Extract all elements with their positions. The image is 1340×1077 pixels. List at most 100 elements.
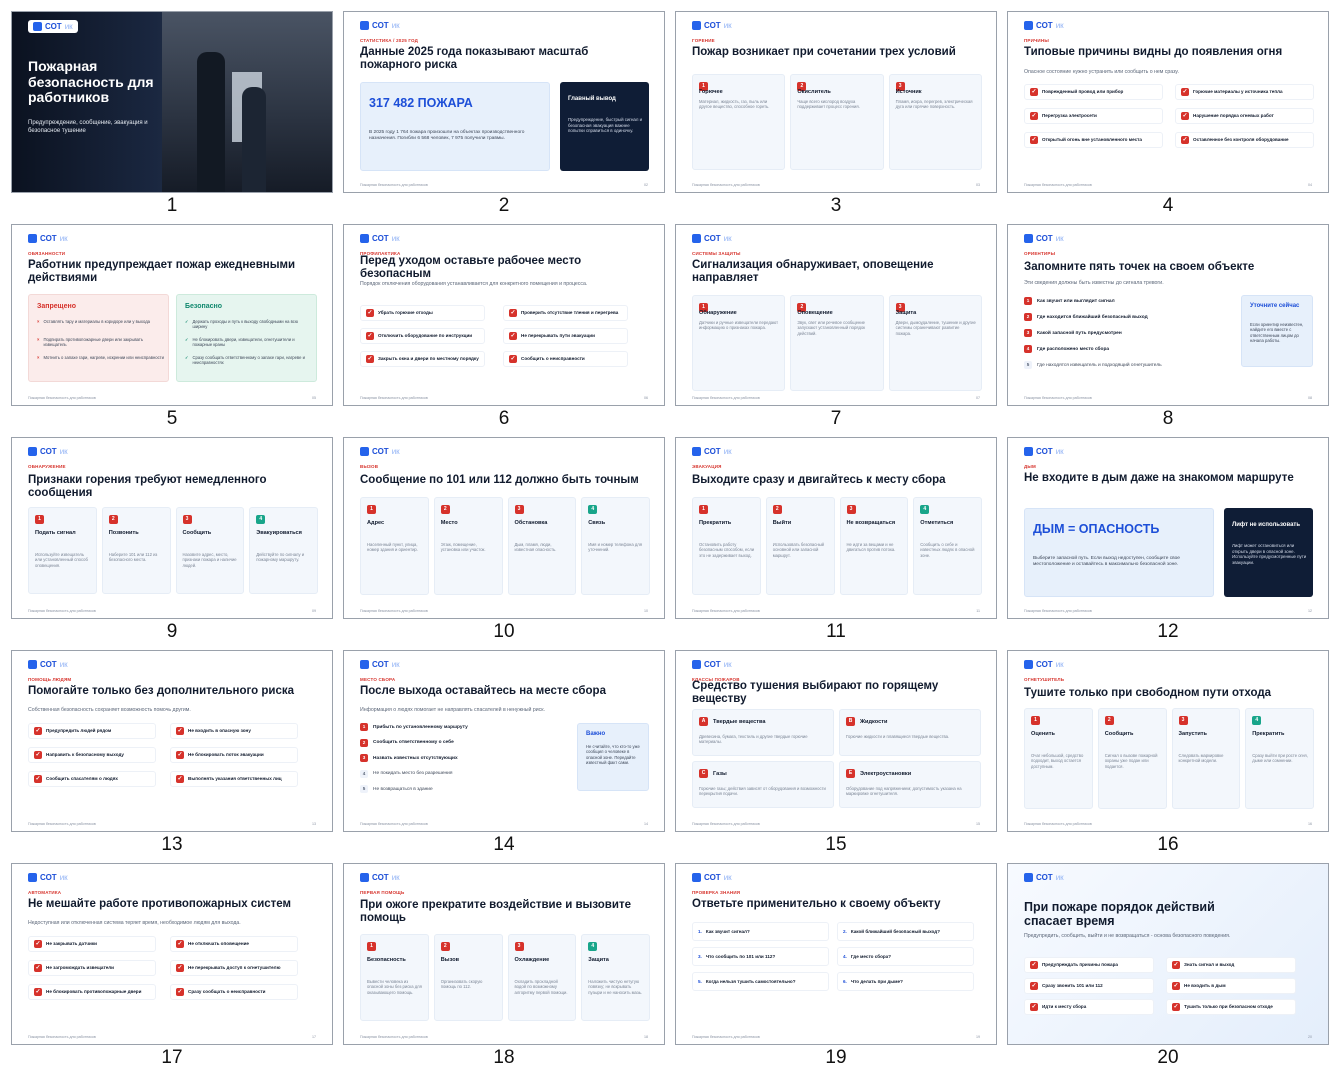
logo-mark-icon [1024,234,1033,243]
slide-number: 17 [161,1047,183,1068]
step-title: Окислитель [797,89,831,95]
slide-number: 18 [493,1047,515,1068]
step-badge: 1 [699,505,708,514]
logo-mark-icon [692,660,701,669]
check-icon: ✓ [1172,982,1180,990]
slide-thumbnail[interactable]: СОТ ик ПЕРВАЯ ПОМОЩЬ При ожоге прекратите в… [343,863,665,1068]
page-number: 03 [976,183,980,187]
slide-thumbnail[interactable]: СОТ ик СИСТЕМЫ ЗАЩИТЫ Сигнализация обнаружи… [675,224,997,429]
logo: СОТ ик [360,447,400,456]
slide-title: Пожарная безопасность для работников [28,58,154,105]
question-item[interactable]: 2. Какой ближайший безопасный выход? [837,922,974,941]
slide-thumbnail[interactable]: СОТ ик ДЫМ Не входите в дым даже на знакомо… [1007,437,1329,642]
checklist-item: ✓ Не отключать оповещение [170,936,298,952]
question-item[interactable]: 3. Что сообщить по 101 или 112? [692,947,829,966]
question-item[interactable]: 4. Где место сбора? [837,947,974,966]
slide-footer: Пожарная безопасность для работников [1024,396,1092,400]
slide-thumbnail[interactable]: СОТ ик ГОРЕНИЕ Пожар возникает при сочетани… [675,11,997,216]
logo-suffix: ик [391,873,400,882]
slide-thumbnail[interactable]: СОТ ик ПРОВЕРКА ЗНАНИЯ Ответьте применитель… [675,863,997,1068]
slide-number: 20 [1157,1047,1179,1068]
slide-thumbnail[interactable]: СОТ ик ОБНАРУЖЕНИЕ Признаки горения требуют… [11,437,333,642]
step-card: 3 Охлаждение Охладить прохладной водой по … [507,934,577,1021]
item-number: 2 [1024,313,1032,321]
logo-mark-icon [360,660,369,669]
slide-thumbnail[interactable]: СОТ ик ОБЯЗАННОСТИ Работник предупреждает п… [11,224,333,429]
slide-number: 6 [498,408,510,429]
check-icon: ✓ [1181,112,1189,120]
slide-thumbnail[interactable]: СОТ ик ПРИЧИНЫ Типовые причины видны до поя… [1007,11,1329,216]
slide-thumbnail[interactable]: СОТ ик КЛАССЫ ПОЖАРОВ Средство тушения выби… [675,650,997,855]
slide-thumbnail[interactable]: СОТ ик ПОМОЩЬ ЛЮДЯМ Помогайте только без до… [11,650,333,855]
logo: СОТ ик [28,234,68,243]
question-item[interactable]: 6. Что делать при дыме? [837,972,974,991]
step-card: 3 Защита Двери, дымоудаление, тушение и др… [888,295,982,391]
slide-tag: СИСТЕМЫ ЗАЩИТЫ [692,251,741,256]
slide-thumbnail[interactable]: СОТ ик СТАТИСТИКА / 2025 ГОД Данные 2025 го… [343,11,665,216]
item-number: 2 [360,738,368,747]
slide-thumbnail[interactable]: СОТ ик ОГНЕТУШИТЕЛЬ Тушите только при свобо… [1007,650,1329,855]
safe-title: Безопасно [185,303,223,310]
slide-thumbnail[interactable]: СОТ ик Пожарная безопасность для работнико… [11,11,333,216]
logo-mark-icon [692,447,701,456]
slide-thumbnail[interactable]: СОТ ик При пожаре порядок действий спасает… [1007,863,1329,1068]
logo: СОТ ик [360,234,400,243]
slide-tag: ДЫМ [1024,464,1036,469]
step-text: Пламя, искра, перегрев, электрическая ду… [895,99,973,110]
slide-thumbnail[interactable]: СОТ ик ЭВАКУАЦИЯ Выходите сразу и двигайтес… [675,437,997,642]
slide-tag: ОГНЕТУШИТЕЛЬ [1024,677,1065,682]
step-card: 4 Отметиться Сообщить о себе и известных л… [913,497,982,595]
safe-text: Не блокировать двери, извещатели, огнету… [192,337,295,348]
logo-text: СОТ [45,22,62,31]
slide-thumbnail[interactable]: СОТ ик ВЫЗОВ Сообщение по 101 или 112 должн… [343,437,665,642]
slide-thumbnail[interactable]: СОТ ик ОРИЕНТИРЫ Запомните пять точек на св… [1007,224,1329,429]
step-card: 1 Адрес Населенный пункт, улица, номер зда… [360,497,429,595]
conclusion-panel: Главный вывод Предупреждение, быстрый сиг… [560,82,649,171]
slide-thumbnail[interactable]: СОТ ик АВТОМАТИКА Не мешайте работе противо… [11,863,333,1068]
step-text: Чаще всего кислород воздуха поддерживает… [797,99,860,110]
logo-mark-icon [360,234,369,243]
slide-footer: Пожарная безопасность для работников [360,1035,428,1039]
slide-number: 12 [1157,621,1179,642]
logo-text: СОТ [704,447,721,456]
class-title: Газы [713,771,727,777]
slide-number: 16 [1157,834,1179,855]
class-title: Твердые вещества [713,719,766,725]
question-item[interactable]: 1. Как звучит сигнал? [692,922,829,941]
checklist-item: ✓ Поврежденный провод или прибор [1024,84,1163,100]
checklist-item: ✓ Не перекрывать пути эвакуации [503,328,628,344]
logo-suffix: ик [1055,447,1064,456]
slide-thumbnail[interactable]: СОТ ик МЕСТО СБОРА После выхода оставайтесь… [343,650,665,855]
logo-suffix: ик [723,234,732,243]
check-icon: ✓ [509,309,517,317]
slide-number: 4 [1162,195,1174,216]
step-card: 2 Оповещение Звук, свет или речевое сообще… [790,295,884,391]
highlight-text: В 2025 году 1 764 пожара произошли на об… [369,130,525,142]
slide-title: Помогайте только без дополнительного рис… [28,685,295,697]
slide-footer: Пожарная безопасность для работников [360,183,428,187]
page-number: 07 [976,396,980,400]
step-title: Сообщить [1104,731,1134,737]
class-card: B Жидкости Горючие жидкости и плавящиеся т… [839,709,981,756]
slide-title: Данные 2025 года показывают масштаб пожа… [360,46,589,71]
checklist-text: Предупредить людей рядом [46,728,112,734]
checklist-item: ✓ Выполнять указания ответственных лиц [170,771,298,787]
item-number: 4 [1024,345,1032,353]
slide-tag: ЭВАКУАЦИЯ [692,464,722,469]
page-number: 04 [1308,183,1312,187]
slide-tag: СТАТИСТИКА / 2025 ГОД [360,38,419,43]
slide-title: При ожоге прекратите воздействие и вызов… [360,899,631,924]
slide-subtitle: Предупреждение, сообщение, эвакуация и б… [28,120,148,134]
slide: СОТ ик ГОРЕНИЕ Пожар возникает при сочетани… [675,11,997,193]
numbered-item: 1 Как звучит или выглядит сигнал [1024,297,1115,305]
item-text: Где расположено место сбора [1037,346,1110,352]
slide-thumbnail[interactable]: СОТ ик ПРОФИЛАКТИКА Перед уходом оставьте р… [343,224,665,429]
check-icon: ✓ [366,332,374,340]
checklist-text: Не блокировать противопожарные двери [46,989,142,995]
step-card: 1 Подать сигнал Используйте извещатель или… [28,507,97,594]
check-icon: ✓ [366,309,374,317]
checklist-text: Нарушение порядка огневых работ [1193,113,1274,119]
question-item[interactable]: 5. Когда нельзя тушить самостоятельно? [692,972,829,991]
step-card: 4 Эвакуироваться Действуйте по сигналу и п… [249,507,318,594]
question-text: Как звучит сигнал? [705,928,750,934]
